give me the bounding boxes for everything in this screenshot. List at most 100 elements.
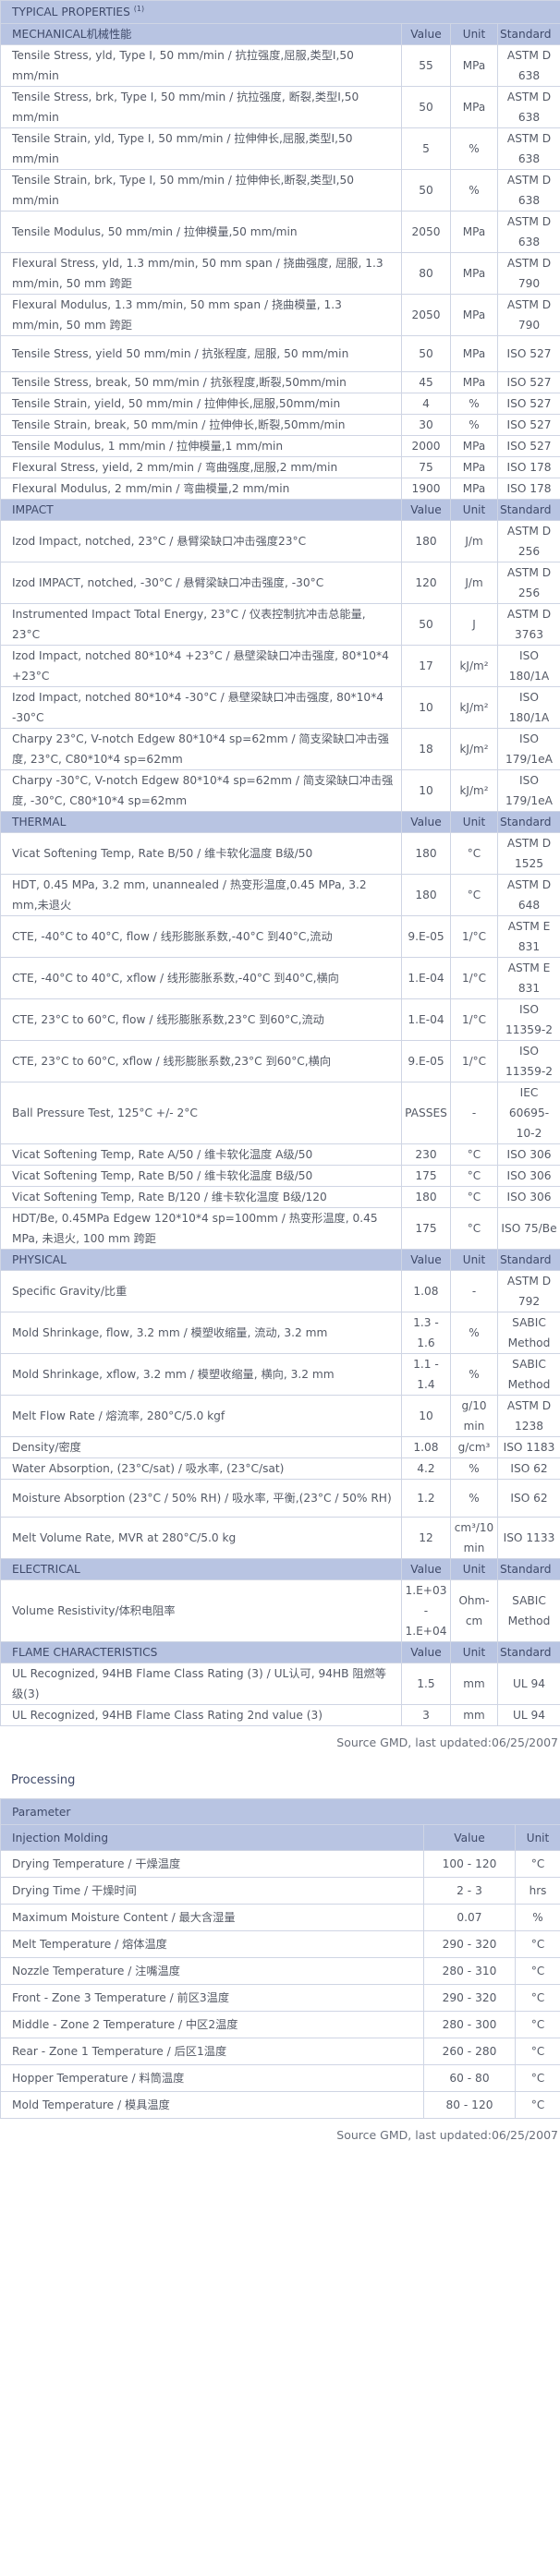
standard-column-header: Standard	[496, 1558, 560, 1580]
processing-parameter-header: Parameter	[0, 1798, 560, 1825]
property-row: Flexural Modulus, 2 mm/min / 弯曲模量,2 mm/m…	[0, 478, 560, 500]
parameter-name: Hopper Temperature / 料筒温度	[0, 2064, 424, 2092]
property-standard: ASTM D 3763	[496, 603, 560, 646]
property-row: UL Recognized, 94HB Flame Class Rating 2…	[0, 1704, 560, 1726]
property-standard: ISO 75/Be	[496, 1207, 560, 1250]
property-name: Vicat Softening Temp, Rate B/120 / 维卡软化温…	[0, 1186, 402, 1208]
property-row: Specific Gravity/比重 1.08- ASTM D 792	[0, 1270, 560, 1312]
parameter-name: Drying Time / 干燥时间	[0, 1877, 424, 1905]
property-standard: SABIC Method	[496, 1579, 560, 1642]
property-name: Tensile Strain, brk, Type I, 50 mm/min /…	[0, 169, 402, 212]
property-name: UL Recognized, 94HB Flame Class Rating (…	[0, 1663, 402, 1705]
property-standard: ASTM D 790	[496, 294, 560, 336]
parameter-name: Front - Zone 3 Temperature / 前区3温度	[0, 1984, 424, 2012]
property-unit: MPa	[450, 252, 498, 295]
property-value: 180	[401, 832, 451, 875]
property-unit: %	[450, 414, 498, 436]
property-row: Mold Shrinkage, flow, 3.2 mm / 模塑收缩量, 流动…	[0, 1312, 560, 1354]
property-row: Vicat Softening Temp, Rate B/120 / 维卡软化温…	[0, 1186, 560, 1208]
property-name: Charpy 23°C, V-notch Edgew 80*10*4 sp=62…	[0, 728, 402, 770]
property-row: Melt Volume Rate, MVR at 280°C/5.0 kg 12 c…	[0, 1517, 560, 1559]
property-unit: 1/°C	[450, 957, 498, 999]
property-row: Flexural Stress, yield, 2 mm/min / 弯曲强度,…	[0, 456, 560, 478]
property-unit: %	[450, 1312, 498, 1354]
property-standard: ISO 306	[496, 1165, 560, 1187]
property-value: 2050	[401, 211, 451, 253]
property-standard: ISO 180/1A	[496, 645, 560, 687]
processing-row: Middle - Zone 2 Temperature / 中区2温度 280 -…	[0, 2011, 560, 2038]
property-value: 1.3 - 1.6	[401, 1312, 451, 1354]
property-value: 9.E-05	[401, 1040, 451, 1082]
property-value: 1.1 - 1.4	[401, 1353, 451, 1396]
property-name: Flexural Modulus, 1.3 mm/min, 50 mm span…	[0, 294, 402, 336]
value-column-header: Value	[401, 811, 451, 833]
property-standard: ASTM D 256	[496, 562, 560, 604]
typical-properties-header: TYPICAL PROPERTIES (1)	[0, 0, 560, 24]
property-unit: J/m	[450, 520, 498, 562]
property-row: HDT, 0.45 MPa, 3.2 mm, unannealed / 热变形温…	[0, 874, 560, 916]
property-unit: %	[450, 393, 498, 415]
property-unit: °C	[450, 1186, 498, 1208]
property-row: Melt Flow Rate / 熔流率, 280°C/5.0 kgf 10 g/1…	[0, 1395, 560, 1437]
property-unit: kJ/m²	[450, 769, 498, 812]
property-row: Volume Resistivity/体积电阻率 1.E+03 - 1.E+04 O…	[0, 1579, 560, 1642]
property-unit: °C	[450, 1143, 498, 1166]
processing-row: Front - Zone 3 Temperature / 前区3温度 290 - …	[0, 1984, 560, 2012]
property-value: 50	[401, 86, 451, 128]
property-unit: MPa	[450, 435, 498, 457]
property-value: 10	[401, 769, 451, 812]
section-header-electrical: ELECTRICAL Value Unit Standard	[0, 1558, 560, 1580]
property-unit: kJ/m²	[450, 645, 498, 687]
property-row: Tensile Strain, brk, Type I, 50 mm/min /…	[0, 169, 560, 212]
property-row: CTE, -40°C to 40°C, xflow / 线形膨胀系数,-40°C…	[0, 957, 560, 999]
property-row: Tensile Strain, yield, 50 mm/min / 拉伸伸长,…	[0, 393, 560, 415]
typical-properties-table: TYPICAL PROPERTIES (1) MECHANICAL机械性能 Val…	[0, 0, 560, 1726]
property-standard: ISO 62	[496, 1479, 560, 1518]
property-name: Tensile Strain, yld, Type I, 50 mm/min /…	[0, 127, 402, 170]
parameter-value: 60 - 80	[423, 2064, 516, 2092]
unit-column-header: Unit	[450, 1558, 498, 1580]
property-standard: ISO 527	[496, 414, 560, 436]
property-name: Tensile Modulus, 1 mm/min / 拉伸模量,1 mm/mi…	[0, 435, 402, 457]
property-unit: 1/°C	[450, 915, 498, 958]
property-row: UL Recognized, 94HB Flame Class Rating (…	[0, 1663, 560, 1705]
parameter-unit: hrs	[514, 1877, 560, 1905]
property-row: Ball Pressure Test, 125°C +/- 2°C PASSES -…	[0, 1082, 560, 1144]
property-value: 1.2	[401, 1479, 451, 1518]
property-unit: -	[450, 1270, 498, 1312]
property-row: CTE, -40°C to 40°C, flow / 线形膨胀系数,-40°C …	[0, 915, 560, 958]
property-name: Density/密度	[0, 1436, 402, 1458]
property-value: 2000	[401, 435, 451, 457]
processing-row: Rear - Zone 1 Temperature / 后区1温度 260 - 2…	[0, 2038, 560, 2065]
processing-row: Mold Temperature / 模具温度 80 - 120 °C	[0, 2091, 560, 2119]
unit-column-header: Unit	[450, 811, 498, 833]
property-name: Mold Shrinkage, flow, 3.2 mm / 模塑收缩量, 流动…	[0, 1312, 402, 1354]
property-value: 50	[401, 169, 451, 212]
unit-column-header: Unit	[450, 23, 498, 45]
property-name: CTE, 23°C to 60°C, xflow / 线形膨胀系数,23°C 到…	[0, 1040, 402, 1082]
property-standard: ASTM D 1525	[496, 832, 560, 875]
property-row: CTE, 23°C to 60°C, flow / 线形膨胀系数,23°C 到6…	[0, 998, 560, 1041]
property-name: Vicat Softening Temp, Rate B/50 / 维卡软化温度…	[0, 1165, 402, 1187]
property-name: Flexural Stress, yield, 2 mm/min / 弯曲强度,…	[0, 456, 402, 478]
property-value: 50	[401, 603, 451, 646]
property-row: Charpy 23°C, V-notch Edgew 80*10*4 sp=62…	[0, 728, 560, 770]
property-standard: ASTM D 648	[496, 874, 560, 916]
property-name: Izod Impact, notched, 23°C / 悬臂梁缺口冲击强度23…	[0, 520, 402, 562]
property-unit: cm³/10 min	[450, 1517, 498, 1559]
parameter-value: 100 - 120	[423, 1850, 516, 1878]
unit-column-header: Unit	[514, 1824, 560, 1851]
property-row: Tensile Stress, yld, Type I, 50 mm/min /…	[0, 44, 560, 87]
property-standard: ASTM D 638	[496, 86, 560, 128]
property-value: 55	[401, 44, 451, 87]
unit-column-header: Unit	[450, 1249, 498, 1271]
parameter-name: Nozzle Temperature / 注嘴温度	[0, 1957, 424, 1985]
property-unit: MPa	[450, 294, 498, 336]
unit-column-header: Unit	[450, 499, 498, 521]
property-name: Tensile Strain, break, 50 mm/min / 拉伸伸长,…	[0, 414, 402, 436]
property-row: Tensile Modulus, 1 mm/min / 拉伸模量,1 mm/mi…	[0, 435, 560, 457]
property-unit: MPa	[450, 211, 498, 253]
property-name: Tensile Stress, break, 50 mm/min / 抗张程度,…	[0, 371, 402, 393]
property-unit: %	[450, 1353, 498, 1396]
property-unit: kJ/m²	[450, 686, 498, 729]
